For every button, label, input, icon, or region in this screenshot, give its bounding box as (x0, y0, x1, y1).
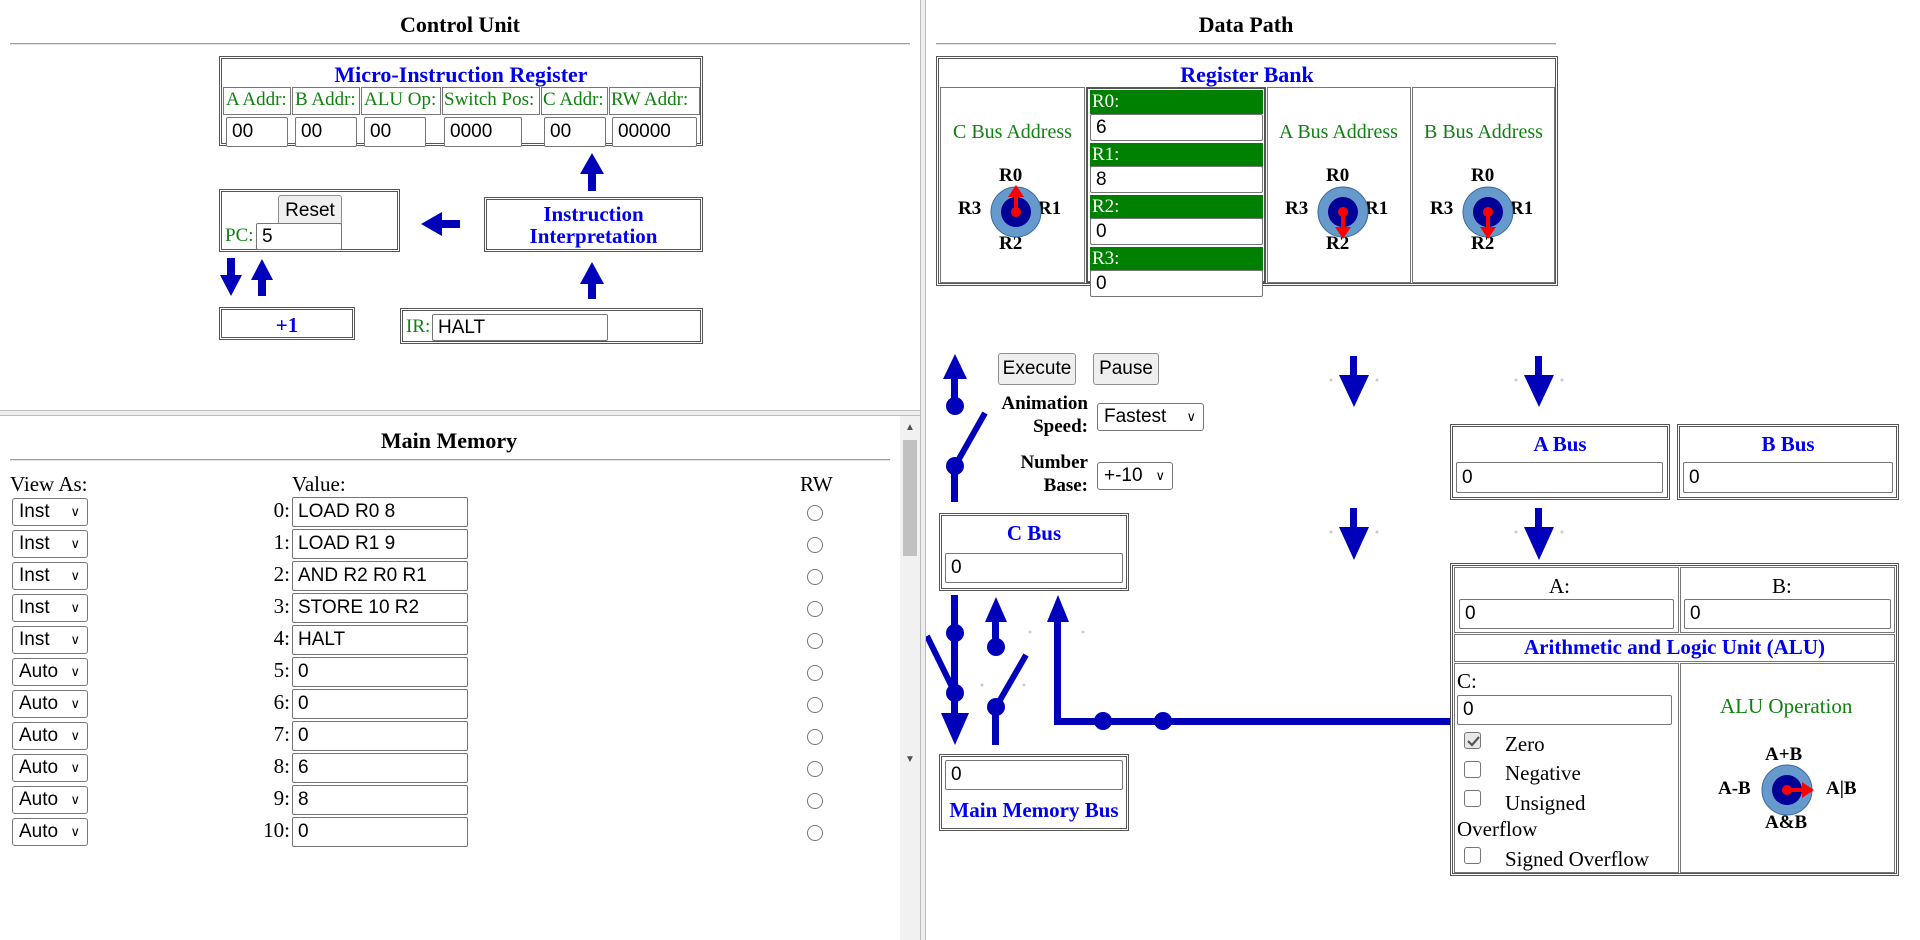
memory-address: 0: (273, 498, 290, 522)
main-memory-title: Main Memory (380, 428, 518, 453)
chevron-down-icon: ∨ (70, 792, 80, 807)
value-header: Value: (292, 472, 346, 496)
view-as-select[interactable]: Auto ∨ (12, 722, 88, 750)
memory-value-input[interactable] (292, 657, 468, 687)
view-as-select[interactable]: Auto ∨ (12, 690, 88, 718)
memory-row: Auto ∨ 7: (0, 720, 900, 752)
data-path-wiring (926, 354, 1564, 745)
memory-row: Inst ∨ 3: (0, 592, 900, 624)
rw-radio[interactable] (807, 729, 823, 745)
memory-value-input[interactable] (292, 529, 468, 559)
rw-header: RW (800, 472, 833, 496)
view-as-value: Auto (19, 789, 59, 810)
chevron-down-icon: ∨ (70, 632, 80, 647)
memory-address: 3: (273, 594, 290, 618)
chevron-down-icon: ∨ (70, 824, 80, 839)
memory-address: 10: (263, 818, 290, 842)
scroll-down-arrow-icon[interactable]: ▼ (900, 750, 920, 770)
view-as-select[interactable]: Auto ∨ (12, 658, 88, 686)
chevron-down-icon: ∨ (70, 600, 80, 615)
memory-value-input[interactable] (292, 561, 468, 591)
memory-address: 2: (273, 562, 290, 586)
chevron-down-icon: ∨ (70, 568, 80, 583)
view-as-select[interactable]: Inst ∨ (12, 562, 88, 590)
memory-address: 7: (273, 722, 290, 746)
chevron-down-icon: ∨ (70, 504, 80, 519)
rw-radio[interactable] (807, 569, 823, 585)
memory-address: 5: (273, 658, 290, 682)
memory-row: Inst ∨ 0: (0, 496, 900, 528)
view-as-value: Inst (19, 533, 50, 554)
memory-row: Inst ∨ 2: (0, 560, 900, 592)
rw-radio[interactable] (807, 505, 823, 521)
view-as-value: Auto (19, 821, 59, 842)
view-as-select[interactable]: Inst ∨ (12, 626, 88, 654)
rw-radio[interactable] (807, 825, 823, 841)
view-as-select[interactable]: Auto ∨ (12, 786, 88, 814)
memory-value-input[interactable] (292, 689, 468, 719)
rw-radio[interactable] (807, 537, 823, 553)
view-as-value: Inst (19, 501, 50, 522)
rw-radio[interactable] (807, 633, 823, 649)
view-as-select[interactable]: Inst ∨ (12, 594, 88, 622)
view-as-value: Inst (19, 597, 50, 618)
chevron-down-icon: ∨ (70, 664, 80, 679)
memory-row: Auto ∨ 6: (0, 688, 900, 720)
view-as-select[interactable]: Inst ∨ (12, 498, 88, 526)
memory-address: 9: (273, 786, 290, 810)
memory-value-input[interactable] (292, 785, 468, 815)
memory-value-input[interactable] (292, 753, 468, 783)
view-as-select[interactable]: Inst ∨ (12, 530, 88, 558)
memory-scrollbar[interactable]: ▲ ▼ (900, 416, 920, 940)
control-unit-arrows (220, 153, 604, 299)
memory-row: Auto ∨ 10: (0, 816, 900, 848)
view-as-value: Auto (19, 725, 59, 746)
memory-row: Auto ∨ 5: (0, 656, 900, 688)
rw-radio[interactable] (807, 793, 823, 809)
memory-address: 8: (273, 754, 290, 778)
main-memory-pane: Main Memory View As: Value: RW Inst∨0:In… (0, 416, 920, 940)
chevron-down-icon: ∨ (70, 760, 80, 775)
view-as-select[interactable]: Auto ∨ (12, 754, 88, 782)
view-as-value: Auto (19, 757, 59, 778)
view-as-value: Inst (19, 565, 50, 586)
memory-value-input[interactable] (292, 721, 468, 751)
memory-address: 6: (273, 690, 290, 714)
rw-radio[interactable] (807, 697, 823, 713)
memory-row: Inst ∨ 1: (0, 528, 900, 560)
view-as-value: Auto (19, 693, 59, 714)
memory-value-input[interactable] (292, 625, 468, 655)
chevron-down-icon: ∨ (70, 536, 80, 551)
memory-row: Inst ∨ 4: (0, 624, 900, 656)
view-as-select[interactable]: Auto ∨ (12, 818, 88, 846)
scroll-up-arrow-icon[interactable]: ▲ (900, 416, 920, 436)
memory-address: 1: (273, 530, 290, 554)
view-as-value: Auto (19, 661, 59, 682)
memory-value-input[interactable] (292, 817, 468, 847)
memory-row: Auto ∨ 8: (0, 752, 900, 784)
view-as-header: View As: (10, 472, 88, 496)
view-as-value: Inst (19, 629, 50, 650)
rw-radio[interactable] (807, 761, 823, 777)
memory-address: 4: (273, 626, 290, 650)
rw-radio[interactable] (807, 601, 823, 617)
memory-value-input[interactable] (292, 593, 468, 623)
rw-radio[interactable] (807, 665, 823, 681)
scrollbar-thumb[interactable] (903, 440, 917, 556)
memory-value-input[interactable] (292, 497, 468, 527)
data-path-pane: Data Path Register Bank C Bus Address A … (926, 0, 1920, 940)
memory-row: Auto ∨ 9: (0, 784, 900, 816)
chevron-down-icon: ∨ (70, 696, 80, 711)
chevron-down-icon: ∨ (70, 728, 80, 743)
control-unit-pane: Control Unit Micro-Instruction Register … (0, 0, 920, 412)
